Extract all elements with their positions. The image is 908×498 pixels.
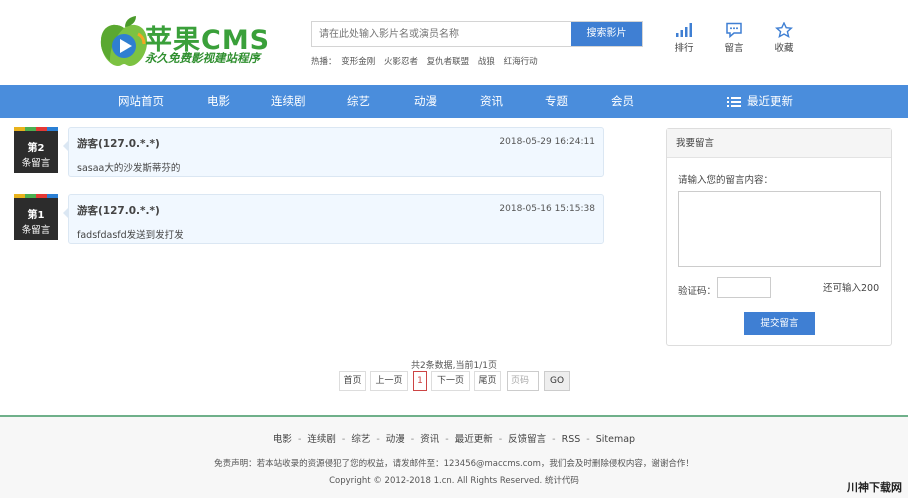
footer-separator: -	[552, 434, 556, 445]
message-item: 第1 条留言 游客(127.0.*.*) 2018-05-16 15:15:38…	[14, 194, 604, 244]
captcha-input[interactable]	[717, 277, 771, 298]
page-last[interactable]: 尾页	[474, 371, 501, 391]
page-number-input[interactable]: 页码	[507, 371, 539, 391]
message-text: fadsfdasfd发送到发打发	[77, 230, 184, 241]
footer-separator: -	[376, 434, 380, 445]
footer-separator: -	[410, 434, 415, 445]
star-icon	[775, 22, 793, 38]
message-item: 第2 条留言 游客(127.0.*.*) 2018-05-29 16:24:11…	[14, 127, 604, 177]
page-current[interactable]: 1	[413, 371, 427, 391]
footer-separator: -	[445, 434, 449, 445]
message-unit: 条留言	[21, 225, 51, 236]
hot-label: 热播：	[311, 57, 337, 67]
message-time: 2018-05-29 16:24:11	[499, 137, 595, 147]
hot-item[interactable]: 火影忍者	[384, 57, 418, 67]
form-prompt: 请输入您的留言内容：	[678, 175, 774, 186]
nav-series[interactable]: 连续剧	[271, 85, 306, 118]
nav-variety[interactable]: 综艺	[347, 85, 370, 118]
footer-link-series[interactable]: 连续剧	[307, 434, 336, 445]
ranking-label: 排行	[674, 43, 694, 54]
site-footer: 电影 - 连续剧 - 综艺 - 动漫 - 资讯 - 最近更新 - 反馈留言 - RSS - Sitemap 免责…	[0, 415, 908, 498]
search-input[interactable]	[312, 22, 571, 46]
list-icon	[727, 96, 741, 107]
footer-separator: -	[341, 434, 346, 445]
page-next[interactable]: 下一页	[431, 371, 470, 391]
nav-latest-label: 最近更新	[747, 94, 793, 108]
page: 苹果CMS 永久免费影视建站程序 搜索影片 热播： 变形金刚 火影忍者 复仇者联…	[0, 0, 908, 498]
hot-item[interactable]: 变形金刚	[341, 57, 375, 67]
message-content-textarea[interactable]	[678, 191, 881, 267]
submit-message-button[interactable]: 提交留言	[744, 312, 815, 335]
ranking-link[interactable]: 排行	[666, 22, 702, 54]
disclaimer: 免责声明：若本站收录的资源侵犯了您的权益，请发邮件至：123456@maccms…	[214, 459, 694, 469]
site-header: 苹果CMS 永久免费影视建站程序 搜索影片 热播： 变形金刚 火影忍者 复仇者联…	[0, 0, 908, 84]
message-unit: 条留言	[21, 158, 51, 169]
hot-searches: 热播： 变形金刚 火影忍者 复仇者联盟 战狼 红海行动	[311, 55, 544, 67]
hot-item[interactable]: 复仇者联盟	[427, 57, 470, 67]
footer-link-rss[interactable]: RSS	[562, 434, 581, 445]
footer-link-news[interactable]: 资讯	[420, 434, 439, 445]
message-number: 第1	[27, 210, 45, 221]
footer-separator: -	[586, 434, 590, 445]
logo-subtitle: 永久免费影视建站程序	[145, 51, 260, 65]
message-number-badge: 第1 条留言	[14, 194, 58, 240]
search-box: 搜索影片	[311, 21, 643, 47]
footer-link-anime[interactable]: 动漫	[386, 434, 405, 445]
nav-movie[interactable]: 电影	[207, 85, 230, 118]
badge-stripe	[14, 194, 58, 198]
form-title: 我要留言	[667, 129, 891, 158]
footer-link-latest[interactable]: 最近更新	[455, 434, 493, 445]
hot-item[interactable]: 战狼	[478, 57, 495, 67]
footer-link-feedback[interactable]: 反馈留言	[508, 434, 546, 445]
footer-separator: -	[498, 434, 503, 445]
message-number: 第2	[27, 143, 45, 154]
message-text: sasaa大的沙发斯蒂芬的	[77, 163, 181, 174]
message-bubble: 游客(127.0.*.*) 2018-05-29 16:24:11 sasaa大…	[68, 127, 604, 177]
bar-chart-icon	[676, 23, 692, 37]
captcha-label: 验证码：	[678, 286, 717, 297]
nav-anime[interactable]: 动漫	[414, 85, 437, 118]
footer-separator: -	[297, 434, 302, 445]
search-button[interactable]: 搜索影片	[571, 22, 642, 46]
footer-link-variety[interactable]: 综艺	[351, 434, 370, 445]
favorite-link[interactable]: 收藏	[766, 22, 802, 54]
message-user: 游客(127.0.*.*)	[77, 138, 160, 150]
message-time: 2018-05-16 15:15:38	[499, 204, 595, 214]
apple-logo-icon	[100, 16, 148, 66]
watermark: 川神下载网	[847, 481, 902, 494]
page-go-button[interactable]: GO	[544, 371, 570, 391]
badge-stripe	[14, 127, 58, 131]
message-number-badge: 第2 条留言	[14, 127, 58, 173]
nav-home[interactable]: 网站首页	[118, 85, 164, 118]
guestbook-link[interactable]: 留言	[716, 22, 752, 54]
copyright: Copyright © 2012-2018 1.cn. All Rights R…	[329, 476, 579, 486]
guestbook-form-panel: 我要留言 请输入您的留言内容： 验证码： 还可输入200 提交留言	[666, 128, 892, 346]
nav-news[interactable]: 资讯	[480, 85, 503, 118]
nav-member[interactable]: 会员	[611, 85, 634, 118]
main-nav: 网站首页 电影 连续剧 综艺 动漫 资讯 专题 会员 最近更新	[0, 85, 908, 118]
message-icon	[726, 22, 742, 38]
hot-item[interactable]: 红海行动	[504, 57, 538, 67]
nav-latest-updates[interactable]: 最近更新	[727, 85, 793, 118]
page-first[interactable]: 首页	[339, 371, 366, 391]
remaining-chars: 还可输入200	[823, 283, 880, 294]
footer-link-movie[interactable]: 电影	[273, 434, 292, 445]
pagination-info: 共2条数据,当前1/1页	[410, 361, 498, 371]
favorite-label: 收藏	[774, 43, 794, 54]
message-bubble: 游客(127.0.*.*) 2018-05-16 15:15:38 fadsfd…	[68, 194, 604, 244]
footer-link-sitemap[interactable]: Sitemap	[596, 434, 635, 445]
message-user: 游客(127.0.*.*)	[77, 205, 160, 217]
nav-topic[interactable]: 专题	[545, 85, 568, 118]
guestbook-label: 留言	[724, 43, 744, 54]
footer-links: 电影 - 连续剧 - 综艺 - 动漫 - 资讯 - 最近更新 - 反馈留言 - RSS - Sitemap	[0, 431, 908, 445]
page-prev[interactable]: 上一页	[370, 371, 408, 391]
